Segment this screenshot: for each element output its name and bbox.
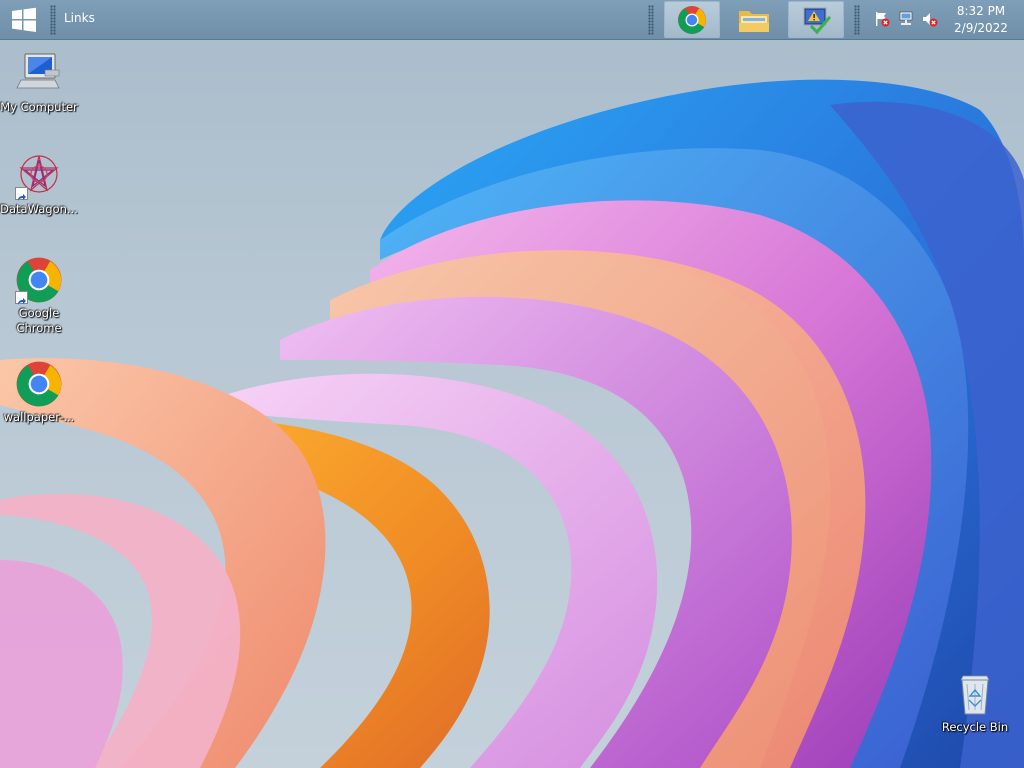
taskbar-button-file-explorer[interactable]: [726, 1, 782, 38]
desktop-icon-label: Recycle Bin: [941, 720, 1009, 734]
action-center-flag-icon[interactable]: [874, 11, 890, 27]
task-monitor-icon: [803, 7, 831, 34]
desktop-icon-label: DataWagon...: [0, 202, 78, 216]
desktop-icon-label: wallpaper-...: [3, 410, 75, 424]
desktop[interactable]: Links 8:32 PM 2/9/2022 My Computer DataW…: [0, 0, 1024, 768]
speaker-muted-icon[interactable]: [922, 11, 938, 27]
network-icon[interactable]: [898, 11, 914, 27]
tray-grip[interactable]: [854, 5, 860, 35]
links-toolbar-label[interactable]: Links: [64, 11, 95, 25]
toolbar-grip[interactable]: [50, 5, 56, 35]
shortcut-arrow-icon: [15, 187, 28, 201]
windows-logo-icon: [12, 7, 36, 32]
taskbar: Links 8:32 PM 2/9/2022: [0, 0, 1024, 40]
taskbar-button-chrome[interactable]: [664, 1, 720, 38]
desktop-icon-google-chrome[interactable]: Google Chrome: [0, 256, 78, 336]
wallpaper-bloom: [0, 79, 1024, 768]
desktop-icon-wallpaper[interactable]: wallpaper-...: [0, 360, 78, 425]
chrome-icon: [16, 361, 62, 407]
taskbar-button-task-monitor[interactable]: [788, 1, 844, 38]
clock-date: 2/9/2022: [954, 21, 1008, 35]
taskbar-grip[interactable]: [648, 5, 654, 35]
system-clock[interactable]: 8:32 PM 2/9/2022: [950, 3, 1012, 37]
computer-icon: [16, 53, 60, 89]
desktop-icon-recycle-bin[interactable]: Recycle Bin: [936, 670, 1014, 735]
recycle-bin-icon: [960, 675, 990, 715]
clock-time: 8:32 PM: [956, 4, 1006, 18]
start-button[interactable]: [10, 7, 38, 33]
desktop-icon-label: Google Chrome: [16, 306, 62, 335]
chrome-icon: [678, 5, 706, 34]
file-explorer-icon: [739, 10, 769, 32]
desktop-icon-my-computer[interactable]: My Computer: [0, 50, 78, 115]
shortcut-arrow-icon: [15, 291, 28, 305]
desktop-icon-label: My Computer: [0, 100, 78, 114]
desktop-icon-datawagon[interactable]: DataWagon...: [0, 152, 78, 217]
